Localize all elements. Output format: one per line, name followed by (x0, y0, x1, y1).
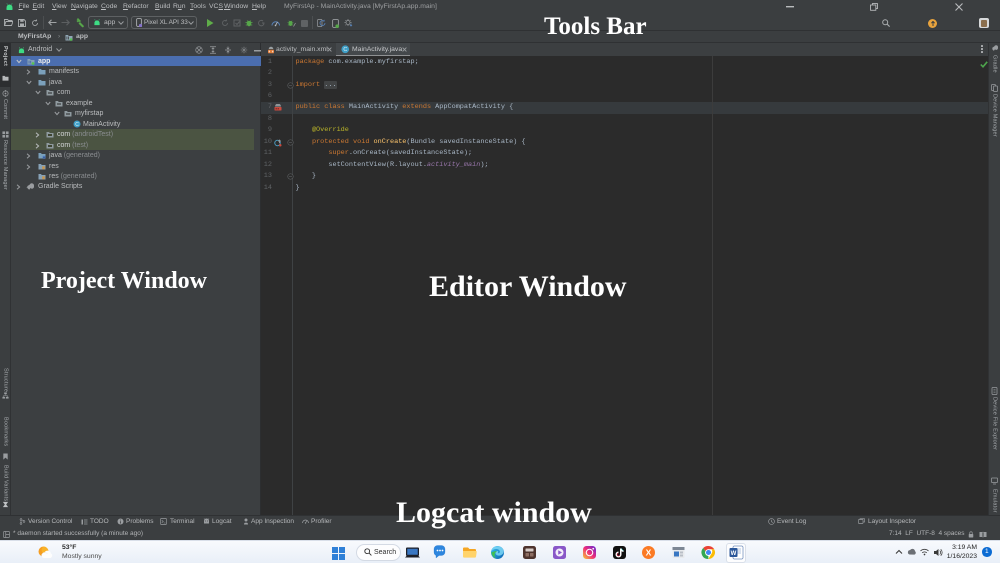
svg-text:W: W (731, 551, 737, 557)
svg-text:C: C (75, 122, 79, 128)
svg-text:C: C (343, 47, 347, 53)
svg-text:X: X (646, 548, 652, 558)
